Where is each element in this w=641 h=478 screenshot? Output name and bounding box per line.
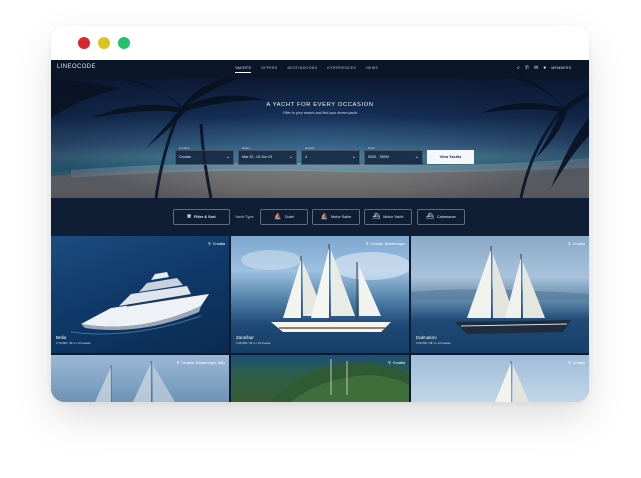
main-menu: YACHTS OFFERS DESTINATIONS EXPERIENCES N… xyxy=(235,66,378,73)
location-pin-icon: ⚲ xyxy=(567,242,571,246)
dates-value: Mar 20 - 03 Jun 23 xyxy=(242,155,273,159)
yacht-type-label: Yacht Type xyxy=(235,215,254,219)
nav-item-destinations[interactable]: DESTINATIONS xyxy=(288,66,318,70)
filter-icon: ⩸ xyxy=(187,214,191,220)
yacht-photo xyxy=(241,244,409,332)
nav-item-offers[interactable]: OFFERS xyxy=(261,66,277,70)
type-catamaran-label: Catamaran xyxy=(436,215,456,219)
phone-icon[interactable]: ✆ xyxy=(525,64,529,72)
nav-item-news[interactable]: NEWS xyxy=(366,66,378,70)
chevron-down-icon: ⌄ xyxy=(225,154,230,160)
location-pin-icon: ⚲ xyxy=(207,242,211,246)
yacht-photo xyxy=(271,359,409,402)
dates-label: Dates xyxy=(242,146,250,150)
card-location: ⚲ Croatia xyxy=(567,241,585,247)
yacht-card[interactable]: ⚲ Croatia, Montenegro Zanzibar 4 66,000 … xyxy=(231,236,409,353)
card-yacht-name: Dalmatino xyxy=(416,335,437,340)
sailboat-icon: ⛵ xyxy=(274,214,282,220)
nav-icons: ⌕ ✆ ✉ ● MEMBERS xyxy=(517,64,572,72)
card-location-text: Croatia xyxy=(392,360,405,365)
location-pin-icon: ⚲ xyxy=(567,361,571,365)
card-yacht-meta: 4 70,000 / 40 m / 12 Guests xyxy=(56,341,91,345)
type-catamaran-button[interactable]: ⛴ Catamaran xyxy=(417,209,465,225)
card-location: ⚲ Croatia, Montenegro xyxy=(365,241,405,247)
type-gulet-label: Gulet xyxy=(284,215,294,219)
type-motor-yacht-button[interactable]: ⛴ Motor Yacht xyxy=(364,209,412,225)
guests-value: 4 xyxy=(305,155,307,159)
type-motor-sailer-button[interactable]: ⛵ Motor Sailer xyxy=(312,209,360,225)
minimize-window-dot[interactable] xyxy=(98,37,110,49)
nav-item-experiences[interactable]: EXPERIENCES xyxy=(327,66,356,70)
price-select[interactable]: Price 5000 - 75000 ⌄ xyxy=(364,146,423,165)
guests-label: Guests xyxy=(305,146,315,150)
chevron-down-icon: ⌄ xyxy=(288,154,293,160)
price-value: 5000 - 75000 xyxy=(368,155,390,159)
card-yacht-meta: 4 66,000 / 40 m / 12 Guests xyxy=(236,341,271,345)
guests-select[interactable]: Guests 4 ⌄ xyxy=(301,146,360,165)
close-window-dot[interactable] xyxy=(78,37,90,49)
yacht-photo xyxy=(411,246,589,334)
browser-window: LINEOCODE YACHTS OFFERS DESTINATIONS EXP… xyxy=(51,26,589,402)
search-icon[interactable]: ⌕ xyxy=(517,64,520,72)
nav-item-yachts[interactable]: YACHTS xyxy=(235,66,252,73)
user-icon[interactable]: ● xyxy=(543,64,546,72)
yacht-card[interactable]: ⚲ Croatia xyxy=(231,355,409,402)
yacht-grid: ⚲ Croatia Bella 4 70,000 / 40 m / 12 Gue… xyxy=(51,236,589,402)
yacht-card[interactable]: ⚲ Croatia xyxy=(411,355,589,402)
chevron-down-icon: ⌄ xyxy=(414,154,419,160)
filter-sort-button[interactable]: ⩸ Filter & Sort xyxy=(173,209,230,225)
catamaran-icon: ⛴ xyxy=(426,214,434,220)
window-titlebar xyxy=(51,26,589,60)
card-location-text: Croatia, Montenegro xyxy=(370,241,405,246)
card-location-text: Croatia xyxy=(572,241,585,246)
type-motor-yacht-label: Motor Yacht xyxy=(383,215,404,219)
sailboat-icon: ⛵ xyxy=(320,214,328,220)
hero-banner: A YACHT FOR EVERY OCCASION Filter to you… xyxy=(51,78,589,198)
card-yacht-name: Zanzibar xyxy=(236,335,254,340)
card-location-text: Croatia, Montenegro, Italy xyxy=(181,360,225,365)
location-value: Croatia xyxy=(179,155,191,159)
price-label: Price xyxy=(368,146,375,150)
members-link[interactable]: MEMBERS xyxy=(551,64,571,72)
card-location: ⚲ Croatia xyxy=(567,360,585,366)
yacht-photo xyxy=(495,361,529,402)
yacht-search-form: Location Croatia ⌄ Dates Mar 20 - 03 Jun… xyxy=(175,146,474,165)
motor-yacht-icon: ⛴ xyxy=(372,214,381,220)
dates-select[interactable]: Dates Mar 20 - 03 Jun 23 ⌄ xyxy=(238,146,297,165)
yacht-card[interactable]: ⚲ Croatia Bella 4 70,000 / 40 m / 12 Gue… xyxy=(51,236,229,353)
location-pin-icon: ⚲ xyxy=(176,361,180,365)
filter-bar: ⩸ Filter & Sort Yacht Type ⛵ Gulet ⛵ Mot… xyxy=(51,198,589,236)
location-pin-icon: ⚲ xyxy=(387,361,391,365)
view-yachts-button[interactable]: View Yachts xyxy=(427,150,474,164)
top-nav: LINEOCODE YACHTS OFFERS DESTINATIONS EXP… xyxy=(51,60,589,78)
chevron-down-icon: ⌄ xyxy=(351,154,356,160)
location-select[interactable]: Location Croatia ⌄ xyxy=(175,146,234,165)
card-yacht-meta: 4 60,000 / 48 m / 12 Guests xyxy=(416,341,451,345)
hero-title: A YACHT FOR EVERY OCCASION xyxy=(266,102,374,108)
website: LINEOCODE YACHTS OFFERS DESTINATIONS EXP… xyxy=(51,60,589,402)
yacht-card[interactable]: ⚲ Croatia Dalmatino 4 60,000 / 48 m / 12… xyxy=(411,236,589,353)
type-motor-sailer-label: Motor Sailer xyxy=(331,215,352,219)
card-location: ⚲ Croatia, Montenegro, Italy xyxy=(176,360,225,366)
card-location: ⚲ Croatia xyxy=(207,241,225,247)
card-location-text: Croatia xyxy=(212,241,225,246)
mail-icon[interactable]: ✉ xyxy=(534,64,538,72)
hero-overlay xyxy=(51,78,589,198)
type-gulet-button[interactable]: ⛵ Gulet xyxy=(260,209,308,225)
yacht-card[interactable]: ⚲ Croatia, Montenegro, Italy xyxy=(51,355,229,402)
location-label: Location xyxy=(179,146,191,150)
hero-subtitle: Filter to your search and find your drea… xyxy=(282,111,358,115)
card-location: ⚲ Croatia xyxy=(387,360,405,366)
site-logo[interactable]: LINEOCODE xyxy=(57,64,96,70)
filter-sort-label: Filter & Sort xyxy=(193,215,216,219)
yacht-photo xyxy=(70,272,209,335)
maximize-window-dot[interactable] xyxy=(118,37,130,49)
card-location-text: Croatia xyxy=(572,360,585,365)
location-pin-icon: ⚲ xyxy=(365,242,369,246)
card-yacht-name: Bella xyxy=(56,335,67,340)
